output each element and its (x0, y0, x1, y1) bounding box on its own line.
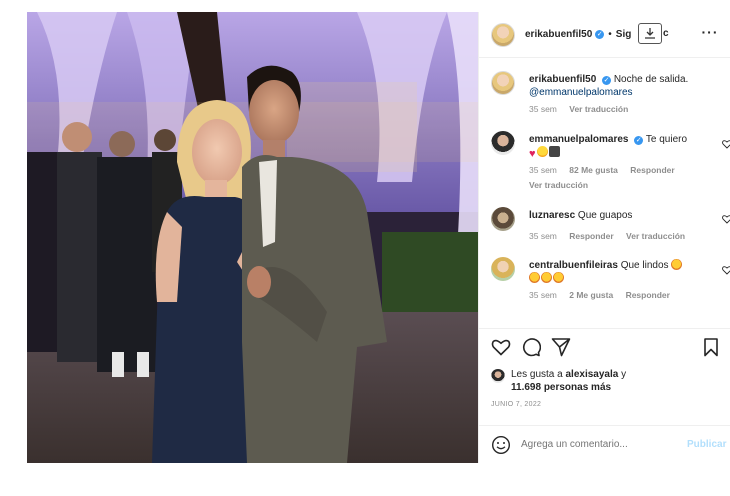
comment-time: 35 sem (529, 231, 557, 241)
star-eyes-emoji-icon (671, 259, 683, 270)
comments-list: erikabuenfil50 ✓ Noche de salida. @emman… (479, 59, 730, 327)
caption-meta: 35 sem Ver traducción (529, 103, 717, 116)
post-photo[interactable] (27, 12, 478, 463)
follow-button[interactable]: Sig (616, 29, 632, 40)
comment-text: Que lindos (620, 260, 669, 271)
comment-body: luznaresc Que guapos 35 sem Responder Ve… (529, 209, 717, 243)
comment-body: emmanuelpalomares ✓ Te quiero ♥ 35 sem 8… (529, 133, 717, 192)
comment-text: Que guapos (577, 210, 633, 221)
add-comment-input[interactable] (521, 439, 671, 450)
star-eyes-emoji-icon (553, 272, 564, 283)
caption-author-avatar[interactable] (491, 71, 515, 95)
verified-badge-icon: ✓ (595, 30, 605, 39)
comment-likes[interactable]: 82 Me gusta (569, 165, 618, 175)
post-date: JUNIO 7, 2022 (491, 401, 542, 408)
clapper-emoji-icon (548, 146, 560, 157)
caption-text: Noche de salida. (613, 74, 689, 85)
send-icon[interactable] (551, 337, 571, 357)
caption-mention-link[interactable]: @emmanuelpalomares (529, 87, 633, 98)
comment-icon[interactable] (521, 337, 541, 357)
comment-avatar[interactable] (491, 131, 515, 155)
comment-meta: 35 sem Responder Ver traducción (529, 230, 717, 243)
caption-body: erikabuenfil50 ✓ Noche de salida. @emman… (529, 73, 717, 116)
liker-avatar[interactable] (491, 369, 505, 383)
comment-like-heart-icon[interactable] (722, 139, 730, 149)
comment-avatar[interactable] (491, 257, 515, 281)
likes-prefix: Les gusta a (511, 369, 563, 380)
star-eyes-emoji-icon (541, 272, 552, 283)
comment-meta-2: Ver traducción (529, 179, 717, 192)
reply-button[interactable]: Responder (569, 231, 613, 241)
post-side-panel: erikabuenfil50 ✓ • Sig c ··· erikabuenfi… (478, 12, 730, 463)
reply-button[interactable]: Responder (626, 290, 670, 300)
liker-username[interactable]: alexisayala (566, 369, 619, 380)
star-eyes-emoji-icon (529, 272, 540, 283)
publish-button[interactable]: Publicar (687, 439, 726, 450)
comment-meta: 35 sem 2 Me gusta Responder (529, 289, 717, 302)
heart-icon[interactable] (491, 337, 511, 357)
smiley-icon[interactable] (491, 435, 511, 455)
comment-likes[interactable]: 2 Me gusta (569, 290, 613, 300)
post-image (27, 12, 478, 463)
comment-time: 35 sem (529, 290, 557, 300)
likes-summary: Les gusta a alexisayala y 11.698 persona… (491, 368, 727, 394)
likes-conj: y (621, 369, 627, 380)
caption-translate-link[interactable]: Ver traducción (569, 104, 628, 114)
separator-dot: • (608, 29, 612, 40)
comment-translate-link[interactable]: Ver traducción (626, 231, 685, 241)
verified-badge-icon: ✓ (602, 76, 612, 85)
reply-button[interactable]: Responder (630, 165, 674, 175)
heart-emoji-icon: ♥ (529, 148, 536, 160)
author-username[interactable]: erikabuenfil50 (525, 29, 592, 40)
bookmark-icon[interactable] (701, 337, 721, 357)
comment-text: Te quiero (645, 134, 688, 145)
post-header: erikabuenfil50 ✓ • Sig c ··· (479, 12, 730, 58)
more-dots-icon[interactable]: ··· (701, 25, 719, 42)
comment-translate-link[interactable]: Ver traducción (529, 180, 588, 190)
download-icon[interactable] (638, 23, 662, 44)
comment-username[interactable]: luznaresc (529, 210, 575, 221)
likes-text: Les gusta a alexisayala y 11.698 persona… (511, 368, 727, 394)
caption-time: 35 sem (529, 104, 557, 114)
smiling-face-emoji-icon (536, 146, 548, 157)
comment-body: centralbuenfileiras Que lindos 35 sem 2 … (529, 259, 717, 302)
author-avatar[interactable] (491, 22, 515, 47)
comment-username[interactable]: emmanuelpalomares (529, 134, 629, 145)
caption-author[interactable]: erikabuenfil50 (529, 74, 596, 85)
add-comment-bar: Publicar (479, 425, 730, 463)
comment-like-heart-icon[interactable] (722, 214, 730, 224)
comment-meta: 35 sem 82 Me gusta Responder (529, 164, 717, 177)
comment-time: 35 sem (529, 165, 557, 175)
post-action-bar (479, 328, 730, 366)
likes-count[interactable]: 11.698 personas más (511, 382, 611, 393)
verified-badge-icon: ✓ (634, 136, 644, 145)
comment-avatar[interactable] (491, 207, 515, 231)
comment-like-heart-icon[interactable] (722, 265, 730, 275)
comment-username[interactable]: centralbuenfileiras (529, 260, 618, 271)
follow-button-suffix[interactable]: c (663, 28, 669, 39)
author-block: erikabuenfil50 ✓ • Sig (525, 29, 631, 40)
